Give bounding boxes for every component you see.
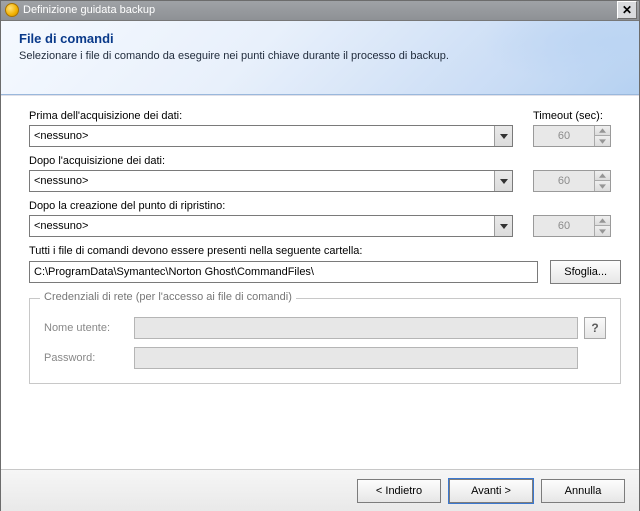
browse-button[interactable]: Sfoglia... (550, 260, 621, 284)
spin-up-icon[interactable] (595, 216, 610, 227)
spin-down-icon[interactable] (595, 181, 610, 191)
combo-before-capture[interactable]: <nessuno> (29, 125, 513, 147)
question-icon: ? (591, 321, 598, 335)
label-after-capture: Dopo l'acquisizione dei dati: (29, 155, 513, 167)
label-folder-note: Tutti i file di comandi devono essere pr… (29, 245, 621, 257)
credentials-legend: Credenziali di rete (per l'accesso ai fi… (40, 291, 296, 303)
label-timeout: Timeout (sec): (533, 110, 621, 122)
timeout-before-spinner[interactable]: 60 (533, 125, 611, 147)
page-subtitle: Selezionare i file di comando da eseguir… (19, 50, 621, 62)
combo-after-capture[interactable]: <nessuno> (29, 170, 513, 192)
username-field[interactable] (134, 317, 578, 339)
combo-after-restore-value: <nessuno> (30, 220, 494, 232)
label-username: Nome utente: (44, 322, 134, 334)
chevron-down-icon (494, 216, 512, 236)
chevron-down-icon (494, 171, 512, 191)
chevron-down-icon (494, 126, 512, 146)
timeout-restore-value: 60 (534, 216, 594, 236)
spin-up-icon[interactable] (595, 126, 610, 137)
spin-down-icon[interactable] (595, 226, 610, 236)
label-before-capture: Prima dell'acquisizione dei dati: (29, 110, 513, 122)
label-after-restore-point: Dopo la creazione del punto di ripristin… (29, 200, 513, 212)
wizard-header: File di comandi Selezionare i file di co… (1, 21, 639, 95)
close-icon: ✕ (622, 3, 632, 17)
titlebar: Definizione guidata backup ✕ (1, 1, 639, 21)
cancel-button[interactable]: Annulla (541, 479, 625, 503)
help-button[interactable]: ? (584, 317, 606, 339)
next-button[interactable]: Avanti > (449, 479, 533, 503)
combo-after-value: <nessuno> (30, 175, 494, 187)
combo-after-restore[interactable]: <nessuno> (29, 215, 513, 237)
window-title: Definizione guidata backup (23, 4, 155, 16)
spin-down-icon[interactable] (595, 136, 610, 146)
page-title: File di comandi (19, 31, 621, 46)
timeout-before-value: 60 (534, 126, 594, 146)
combo-before-value: <nessuno> (30, 130, 494, 142)
password-field[interactable] (134, 347, 578, 369)
label-password: Password: (44, 352, 134, 364)
wizard-body: Prima dell'acquisizione dei dati: <nessu… (1, 95, 639, 470)
timeout-after-spinner[interactable]: 60 (533, 170, 611, 192)
timeout-restore-spinner[interactable]: 60 (533, 215, 611, 237)
spin-up-icon[interactable] (595, 171, 610, 182)
credentials-group: Credenziali di rete (per l'accesso ai fi… (29, 298, 621, 384)
app-icon (5, 3, 19, 17)
back-button[interactable]: < Indietro (357, 479, 441, 503)
close-button[interactable]: ✕ (617, 1, 637, 19)
command-folder-path[interactable] (29, 261, 538, 283)
wizard-footer: < Indietro Avanti > Annulla (1, 470, 639, 511)
timeout-after-value: 60 (534, 171, 594, 191)
